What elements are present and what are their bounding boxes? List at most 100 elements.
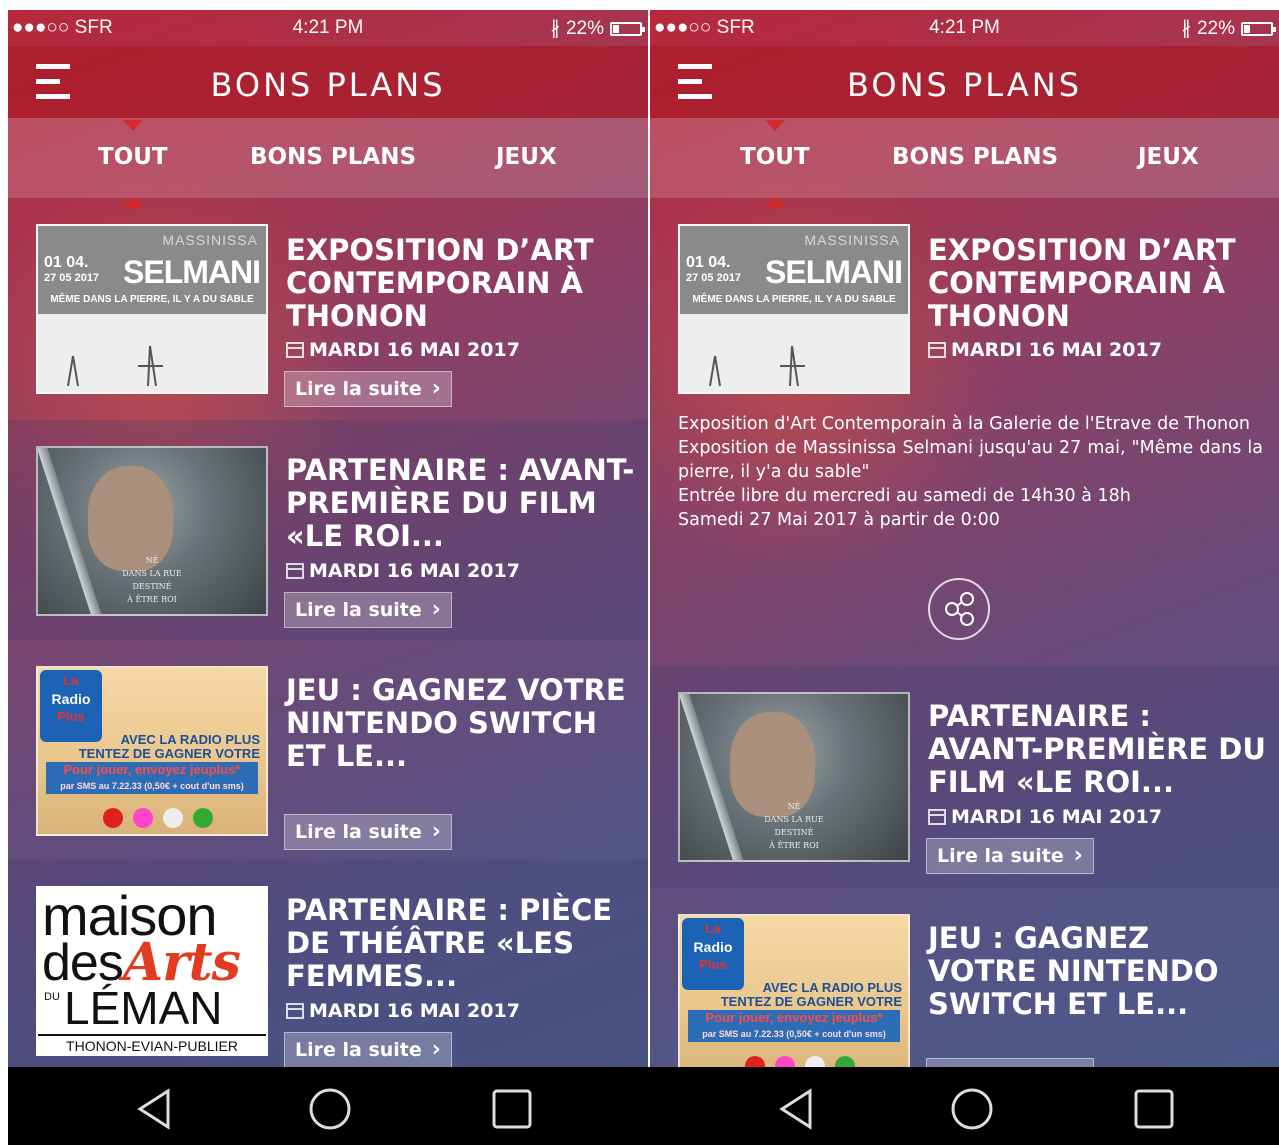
thumb-text: SELMANI <box>765 254 903 290</box>
calendar-icon <box>928 342 946 358</box>
chevron-right-icon: › <box>1074 1059 1083 1067</box>
article-card-expanded: MASSINISSA 01 04. 27 05 2017 SELMANI MÊME… <box>650 198 1279 666</box>
read-more-button[interactable]: Lire la suite› <box>284 814 452 850</box>
chevron-right-icon: › <box>1073 843 1083 868</box>
article-card: MASSINISSA 01 04. 27 05 2017 SELMANI MÊME… <box>8 198 648 420</box>
article-description: Exposition d'Art Contemporain à la Galer… <box>678 412 1263 532</box>
radio-plus-logo: La Radio Plus <box>40 670 102 742</box>
description-paragraph: Samedi 27 Mai 2017 à partir de 0:00 <box>678 510 1000 530</box>
radio-plus-logo: La Radio Plus <box>682 918 744 990</box>
app-header: BONS PLANS <box>8 46 648 118</box>
thumb-text: AVEC LA RADIO PLUS <box>120 732 260 747</box>
thumb-text: LÉMAN <box>64 982 223 1034</box>
read-more-button[interactable]: Lire la suite› <box>284 592 452 628</box>
description-paragraph: Entrée libre du mercredi au samedi de 14… <box>678 486 1131 506</box>
characters-illustration <box>103 808 213 828</box>
calendar-icon <box>286 563 304 579</box>
article-title[interactable]: JEU : GAGNEZ VOTRE NINTENDO SWITCH ET LE… <box>286 674 636 773</box>
thumb-dates: 01 04. 27 05 2017 <box>44 254 100 284</box>
article-card: La Radio Plus AVEC LA RADIO PLUS TENTEZ DE… <box>650 888 1279 1067</box>
article-title[interactable]: EXPOSITION D’ART CONTEMPORAIN À THONON <box>286 234 636 333</box>
chevron-right-icon: › <box>431 376 441 401</box>
article-card: La Radio Plus AVEC LA RADIO PLUS TENTEZ DE… <box>8 640 648 860</box>
article-date: MARDI 16 MAI 2017 <box>928 806 1162 828</box>
article-title[interactable]: PARTENAIRE : AVANT-PREMIÈRE DU FILM «LE … <box>286 454 636 553</box>
home-icon[interactable] <box>950 1087 994 1131</box>
article-thumbnail[interactable]: La Radio Plus AVEC LA RADIO PLUS TENTEZ DE… <box>678 914 910 1067</box>
list-screen: ●●●○○ SFR 4:21 PM ∦ 22% BONS PLANS TOUT … <box>8 10 648 1067</box>
read-more-button[interactable]: Lire la suite› <box>926 1058 1094 1067</box>
thumb-text: MASSINISSA <box>804 232 900 248</box>
description-paragraph: Exposition d'Art Contemporain à la Galer… <box>678 414 1250 434</box>
tab-bons-plans[interactable]: BONS PLANS <box>250 144 416 170</box>
article-thumbnail[interactable]: MASSINISSA 01 04. 27 05 2017 SELMANI MÊME… <box>678 224 910 394</box>
article-title[interactable]: JEU : GAGNEZ VOTRE NINTENDO SWITCH ET LE… <box>928 922 1267 1021</box>
read-more-button[interactable]: Lire la suite› <box>926 838 1094 874</box>
battery-percent: 22% <box>565 17 604 39</box>
article-title[interactable]: PARTENAIRE : AVANT-PREMIÈRE DU FILM «LE … <box>928 700 1267 799</box>
thumb-text: SELMANI <box>123 254 261 290</box>
read-more-button[interactable]: Lire la suite› <box>284 371 452 407</box>
expanded-screen: ●●●○○ SFR 4:21 PM ∦ 22% BONS PLANS TOUT … <box>650 10 1279 1067</box>
chevron-right-icon: › <box>431 819 441 844</box>
share-icon[interactable] <box>928 578 990 640</box>
battery-area: ∦ 22% <box>550 17 645 40</box>
article-thumbnail[interactable]: MASSINISSA 01 04. 27 05 2017 SELMANI MÊME… <box>36 224 268 394</box>
article-thumbnail[interactable]: La Radio Plus AVEC LA RADIO PLUS TENTEZ DE… <box>36 666 268 836</box>
thumb-text: desArts <box>42 932 241 993</box>
calendar-icon <box>286 342 304 358</box>
calendar-icon <box>928 809 946 825</box>
thumb-text: MÊME DANS LA PIERRE, IL Y A DU SABLE <box>50 294 254 305</box>
description-paragraph: Exposition de Massinissa Selmani jusqu'a… <box>678 438 1263 482</box>
article-card: NÉ DANS LA RUE DESTINÉ À ÊTRE ROI PARTENAIR… <box>650 666 1279 888</box>
tab-tout[interactable]: TOUT <box>98 120 168 208</box>
read-more-button[interactable]: Lire la suite› <box>284 1032 452 1067</box>
sketch-illustration <box>709 345 805 387</box>
recents-icon[interactable] <box>490 1087 534 1131</box>
recents-icon[interactable] <box>1132 1087 1176 1131</box>
status-bar: ●●●○○ SFR 4:21 PM ∦ 22% <box>8 10 648 46</box>
thumb-text: DU <box>44 991 60 1003</box>
chevron-right-icon: › <box>431 1037 441 1062</box>
home-icon[interactable] <box>308 1087 352 1131</box>
tab-jeux[interactable]: JEUX <box>496 144 557 170</box>
app-header: BONS PLANS <box>650 46 1279 118</box>
battery-area: ∦ 22% <box>1181 17 1276 40</box>
thumb-text: NÉ DANS LA RUE DESTINÉ À ÊTRE ROI <box>764 802 824 850</box>
article-thumbnail[interactable]: maison desArts DU LÉMAN THONON-EVIAN-PUB… <box>36 886 268 1056</box>
article-title[interactable]: EXPOSITION D’ART CONTEMPORAIN À THONON <box>928 234 1267 333</box>
thumb-text: TENTEZ DE GAGNER VOTRE <box>720 994 902 1009</box>
page-title: BONS PLANS <box>210 66 446 104</box>
back-icon[interactable] <box>132 1087 176 1131</box>
article-card: maison desArts DU LÉMAN THONON-EVIAN-PUB… <box>8 860 648 1067</box>
bluetooth-icon: ∦ <box>1181 18 1191 39</box>
article-thumbnail[interactable]: NÉ DANS LA RUE DESTINÉ À ÊTRE ROI <box>36 446 268 616</box>
thumb-dates: 01 04. 27 05 2017 <box>686 254 742 284</box>
back-icon[interactable] <box>774 1087 818 1131</box>
article-thumbnail[interactable]: NÉ DANS LA RUE DESTINÉ À ÊTRE ROI <box>678 692 910 862</box>
article-date: MARDI 16 MAI 2017 <box>286 1000 520 1022</box>
chevron-right-icon: › <box>431 597 441 622</box>
article-card: NÉ DANS LA RUE DESTINÉ À ÊTRE ROI PARTENAIR… <box>8 420 648 640</box>
tab-jeux[interactable]: JEUX <box>1138 144 1199 170</box>
tab-bons-plans[interactable]: BONS PLANS <box>892 144 1058 170</box>
article-title[interactable]: PARTENAIRE : PIÈCE DE THÉÂTRE «LES FEMME… <box>286 894 636 993</box>
page-title: BONS PLANS <box>847 66 1082 104</box>
status-bar: ●●●○○ SFR 4:21 PM ∦ 22% <box>650 10 1279 46</box>
article-date: MARDI 16 MAI 2017 <box>928 339 1162 361</box>
thumb-text: NÉ DANS LA RUE DESTINÉ À ÊTRE ROI <box>122 556 182 604</box>
tab-tout[interactable]: TOUT <box>740 120 810 208</box>
thumb-text: TENTEZ DE GAGNER VOTRE <box>78 746 260 761</box>
battery-icon <box>1241 21 1276 36</box>
system-nav-bar <box>8 1067 1279 1145</box>
tab-bar: TOUT BONS PLANS JEUX <box>8 118 648 208</box>
thumb-text: Pour jouer, envoyez jeuplus* par SMS au 7… <box>688 1010 900 1042</box>
sketch-illustration <box>67 345 163 387</box>
thumb-text: MÊME DANS LA PIERRE, IL Y A DU SABLE <box>692 294 896 305</box>
battery-icon <box>610 21 645 36</box>
thumb-text: AVEC LA RADIO PLUS <box>762 980 902 995</box>
bluetooth-icon: ∦ <box>550 18 560 39</box>
calendar-icon <box>286 1003 304 1019</box>
article-date: MARDI 16 MAI 2017 <box>286 560 520 582</box>
characters-illustration <box>745 1056 855 1067</box>
